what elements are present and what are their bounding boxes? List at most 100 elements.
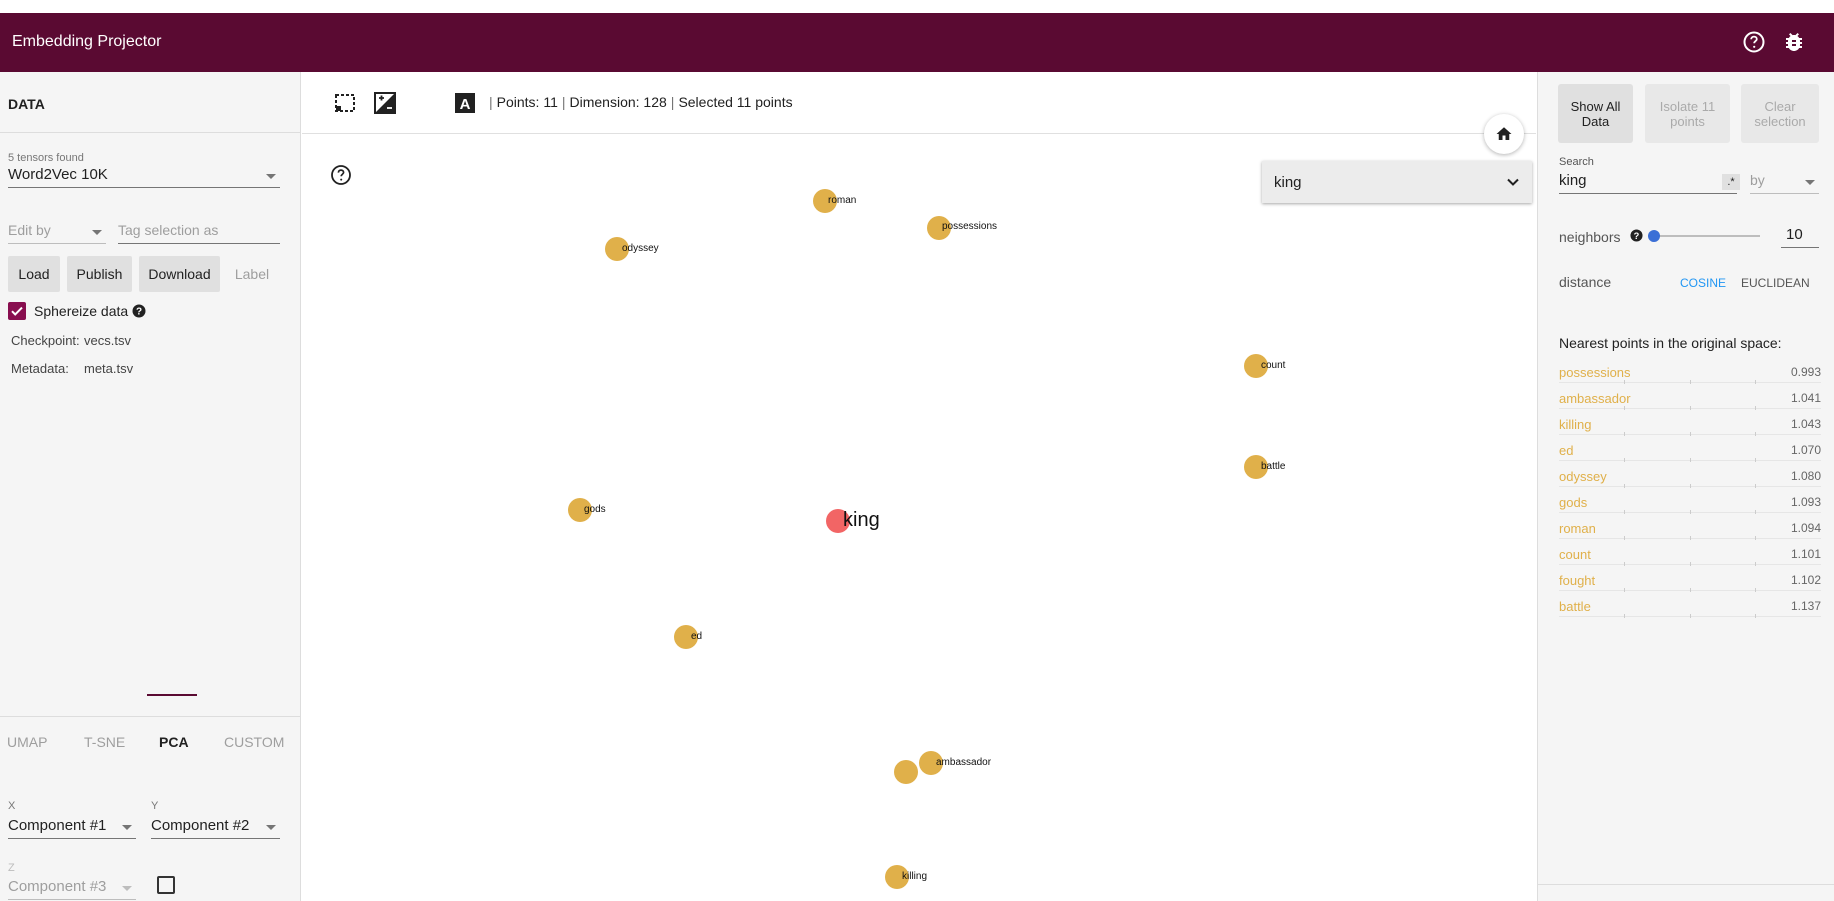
neighbor-word: battle	[1559, 599, 1591, 614]
list-item[interactable]: count 1.101	[1559, 543, 1821, 569]
tag-selection-placeholder: Tag selection as	[118, 222, 219, 238]
list-item[interactable]: ed 1.070	[1559, 439, 1821, 465]
neighbor-word: ambassador	[1559, 391, 1631, 406]
checkmark-icon	[11, 306, 23, 316]
neighbor-distance: 1.094	[1790, 521, 1821, 535]
points-count: Points: 11	[496, 94, 558, 110]
search-by-label: by	[1750, 172, 1765, 188]
sphereize-label: Sphereize data	[34, 303, 129, 319]
point-label-ambassador: ambassador	[936, 757, 992, 768]
x-component-select[interactable]: Component #1	[8, 817, 136, 839]
nearest-points-title: Nearest points in the original space:	[1559, 335, 1782, 351]
list-item[interactable]: possessions 0.993	[1559, 361, 1821, 387]
z-component-select[interactable]: Component #3	[8, 878, 136, 900]
app-header: Embedding Projector	[0, 13, 1834, 72]
show-all-data-button[interactable]: Show All Data	[1558, 84, 1633, 143]
data-panel: DATA 5 tensors found Word2Vec 10K Edit b…	[0, 72, 301, 901]
chevron-down-icon	[122, 886, 132, 891]
neighbor-word: roman	[1559, 521, 1596, 536]
projection-canvas[interactable]	[302, 134, 1536, 901]
z-component-value: Component #3	[8, 878, 107, 895]
list-item[interactable]: roman 1.094	[1559, 517, 1821, 543]
neighbor-distance: 1.093	[1790, 495, 1821, 509]
neighbors-slider-handle[interactable]	[1648, 230, 1660, 242]
y-component-value: Component #2	[151, 817, 250, 834]
list-item[interactable]: fought 1.102	[1559, 569, 1821, 595]
selected-count: Selected 11 points	[678, 94, 793, 110]
divider	[0, 716, 300, 717]
chevron-down-icon	[92, 230, 102, 235]
tab-tsne[interactable]: T-SNE	[84, 734, 125, 750]
metadata-value: meta.tsv	[84, 361, 134, 376]
list-item[interactable]: killing 1.043	[1559, 413, 1821, 439]
label-by-select[interactable]: king	[1262, 161, 1532, 203]
sphereize-checkbox[interactable]	[8, 302, 26, 320]
chevron-down-icon	[122, 825, 132, 830]
home-icon	[1496, 127, 1512, 140]
checkpoint-value: vecs.tsv	[84, 333, 131, 348]
regex-toggle[interactable]: .*	[1722, 174, 1740, 190]
svg-text:?: ?	[1634, 231, 1640, 241]
night-mode-icon[interactable]	[374, 92, 396, 114]
app-title: Embedding Projector	[12, 33, 162, 50]
list-item[interactable]: gods 1.093	[1559, 491, 1821, 517]
label-button[interactable]: Label	[227, 256, 277, 292]
neighbor-distance: 0.993	[1790, 365, 1821, 379]
tab-umap[interactable]: UMAP	[7, 734, 47, 750]
point-label-killing: killing	[902, 871, 928, 882]
y-axis-label: Y	[151, 800, 159, 812]
tag-selection-input[interactable]: Tag selection as	[118, 222, 280, 244]
tensors-found-label: 5 tensors found	[8, 152, 84, 164]
dimension-count: Dimension: 128	[569, 94, 667, 110]
neighbors-slider[interactable]	[1652, 235, 1760, 237]
neighbors-label: neighbors	[1559, 229, 1621, 245]
tensor-select[interactable]: Word2Vec 10K	[8, 166, 280, 188]
reset-view-button[interactable]	[1484, 114, 1524, 154]
x-axis-label: X	[8, 800, 16, 812]
list-item[interactable]: odyssey 1.080	[1559, 465, 1821, 491]
help-small-icon[interactable]: ?	[1630, 229, 1643, 247]
y-component-select[interactable]: Component #2	[151, 817, 280, 839]
neighbors-input[interactable]: 10	[1781, 226, 1819, 248]
cosine-option[interactable]: COSINE	[1680, 276, 1726, 290]
dark-mode-icon[interactable]	[414, 92, 436, 114]
neighbor-distance: 1.137	[1790, 599, 1821, 613]
help-icon[interactable]	[1742, 30, 1766, 54]
neighbor-word: fought	[1559, 573, 1596, 588]
neighbor-distance: 1.043	[1790, 417, 1821, 431]
svg-text:?: ?	[136, 307, 142, 318]
bug-report-icon[interactable]	[1782, 30, 1806, 54]
inspector-panel: Show All Data Isolate 11 points Clear se…	[1537, 72, 1834, 901]
search-input[interactable]: king	[1559, 172, 1737, 194]
neighbor-word: possessions	[1559, 365, 1631, 380]
list-item[interactable]: ambassador 1.041	[1559, 387, 1821, 413]
labels-3d-icon[interactable]: A	[454, 92, 476, 114]
download-button[interactable]: Download	[139, 256, 220, 292]
projector-toolbar: A | Points: 11 | Dimension: 128 | Selected 11…	[302, 72, 1536, 134]
neighbor-word: killing	[1559, 417, 1592, 432]
edit-by-select[interactable]: Edit by	[8, 222, 106, 244]
z-axis-label: Z	[8, 862, 15, 874]
distance-label: distance	[1559, 274, 1612, 290]
euclidean-option[interactable]: EUCLIDEAN	[1741, 276, 1810, 290]
neighbor-word: count	[1559, 547, 1591, 562]
publish-button[interactable]: Publish	[67, 256, 132, 292]
dataset-stats: | Points: 11 | Dimension: 128 | Selected 11 p…	[489, 94, 793, 110]
help-small-icon[interactable]: ?	[132, 304, 146, 323]
bounding-box-select-icon[interactable]	[334, 92, 356, 114]
isolate-points-button[interactable]: Isolate 11 points	[1645, 84, 1730, 143]
tab-pca[interactable]: PCA	[159, 734, 189, 750]
chevron-down-icon	[1507, 178, 1519, 186]
search-by-select[interactable]: by	[1750, 172, 1819, 194]
point-unlabeled[interactable]	[894, 760, 918, 784]
z-enable-checkbox[interactable]	[157, 876, 175, 894]
neighbor-word: ed	[1559, 443, 1574, 458]
tab-custom[interactable]: CUSTOM	[224, 734, 284, 750]
clear-selection-button[interactable]: Clear selection	[1741, 84, 1819, 143]
help-icon[interactable]	[330, 164, 352, 186]
list-item[interactable]: battle 1.137	[1559, 595, 1821, 621]
neighbors-value: 10	[1786, 226, 1803, 243]
svg-text:A: A	[460, 96, 471, 113]
metadata-label: Metadata:	[11, 361, 69, 376]
load-button[interactable]: Load	[8, 256, 60, 292]
